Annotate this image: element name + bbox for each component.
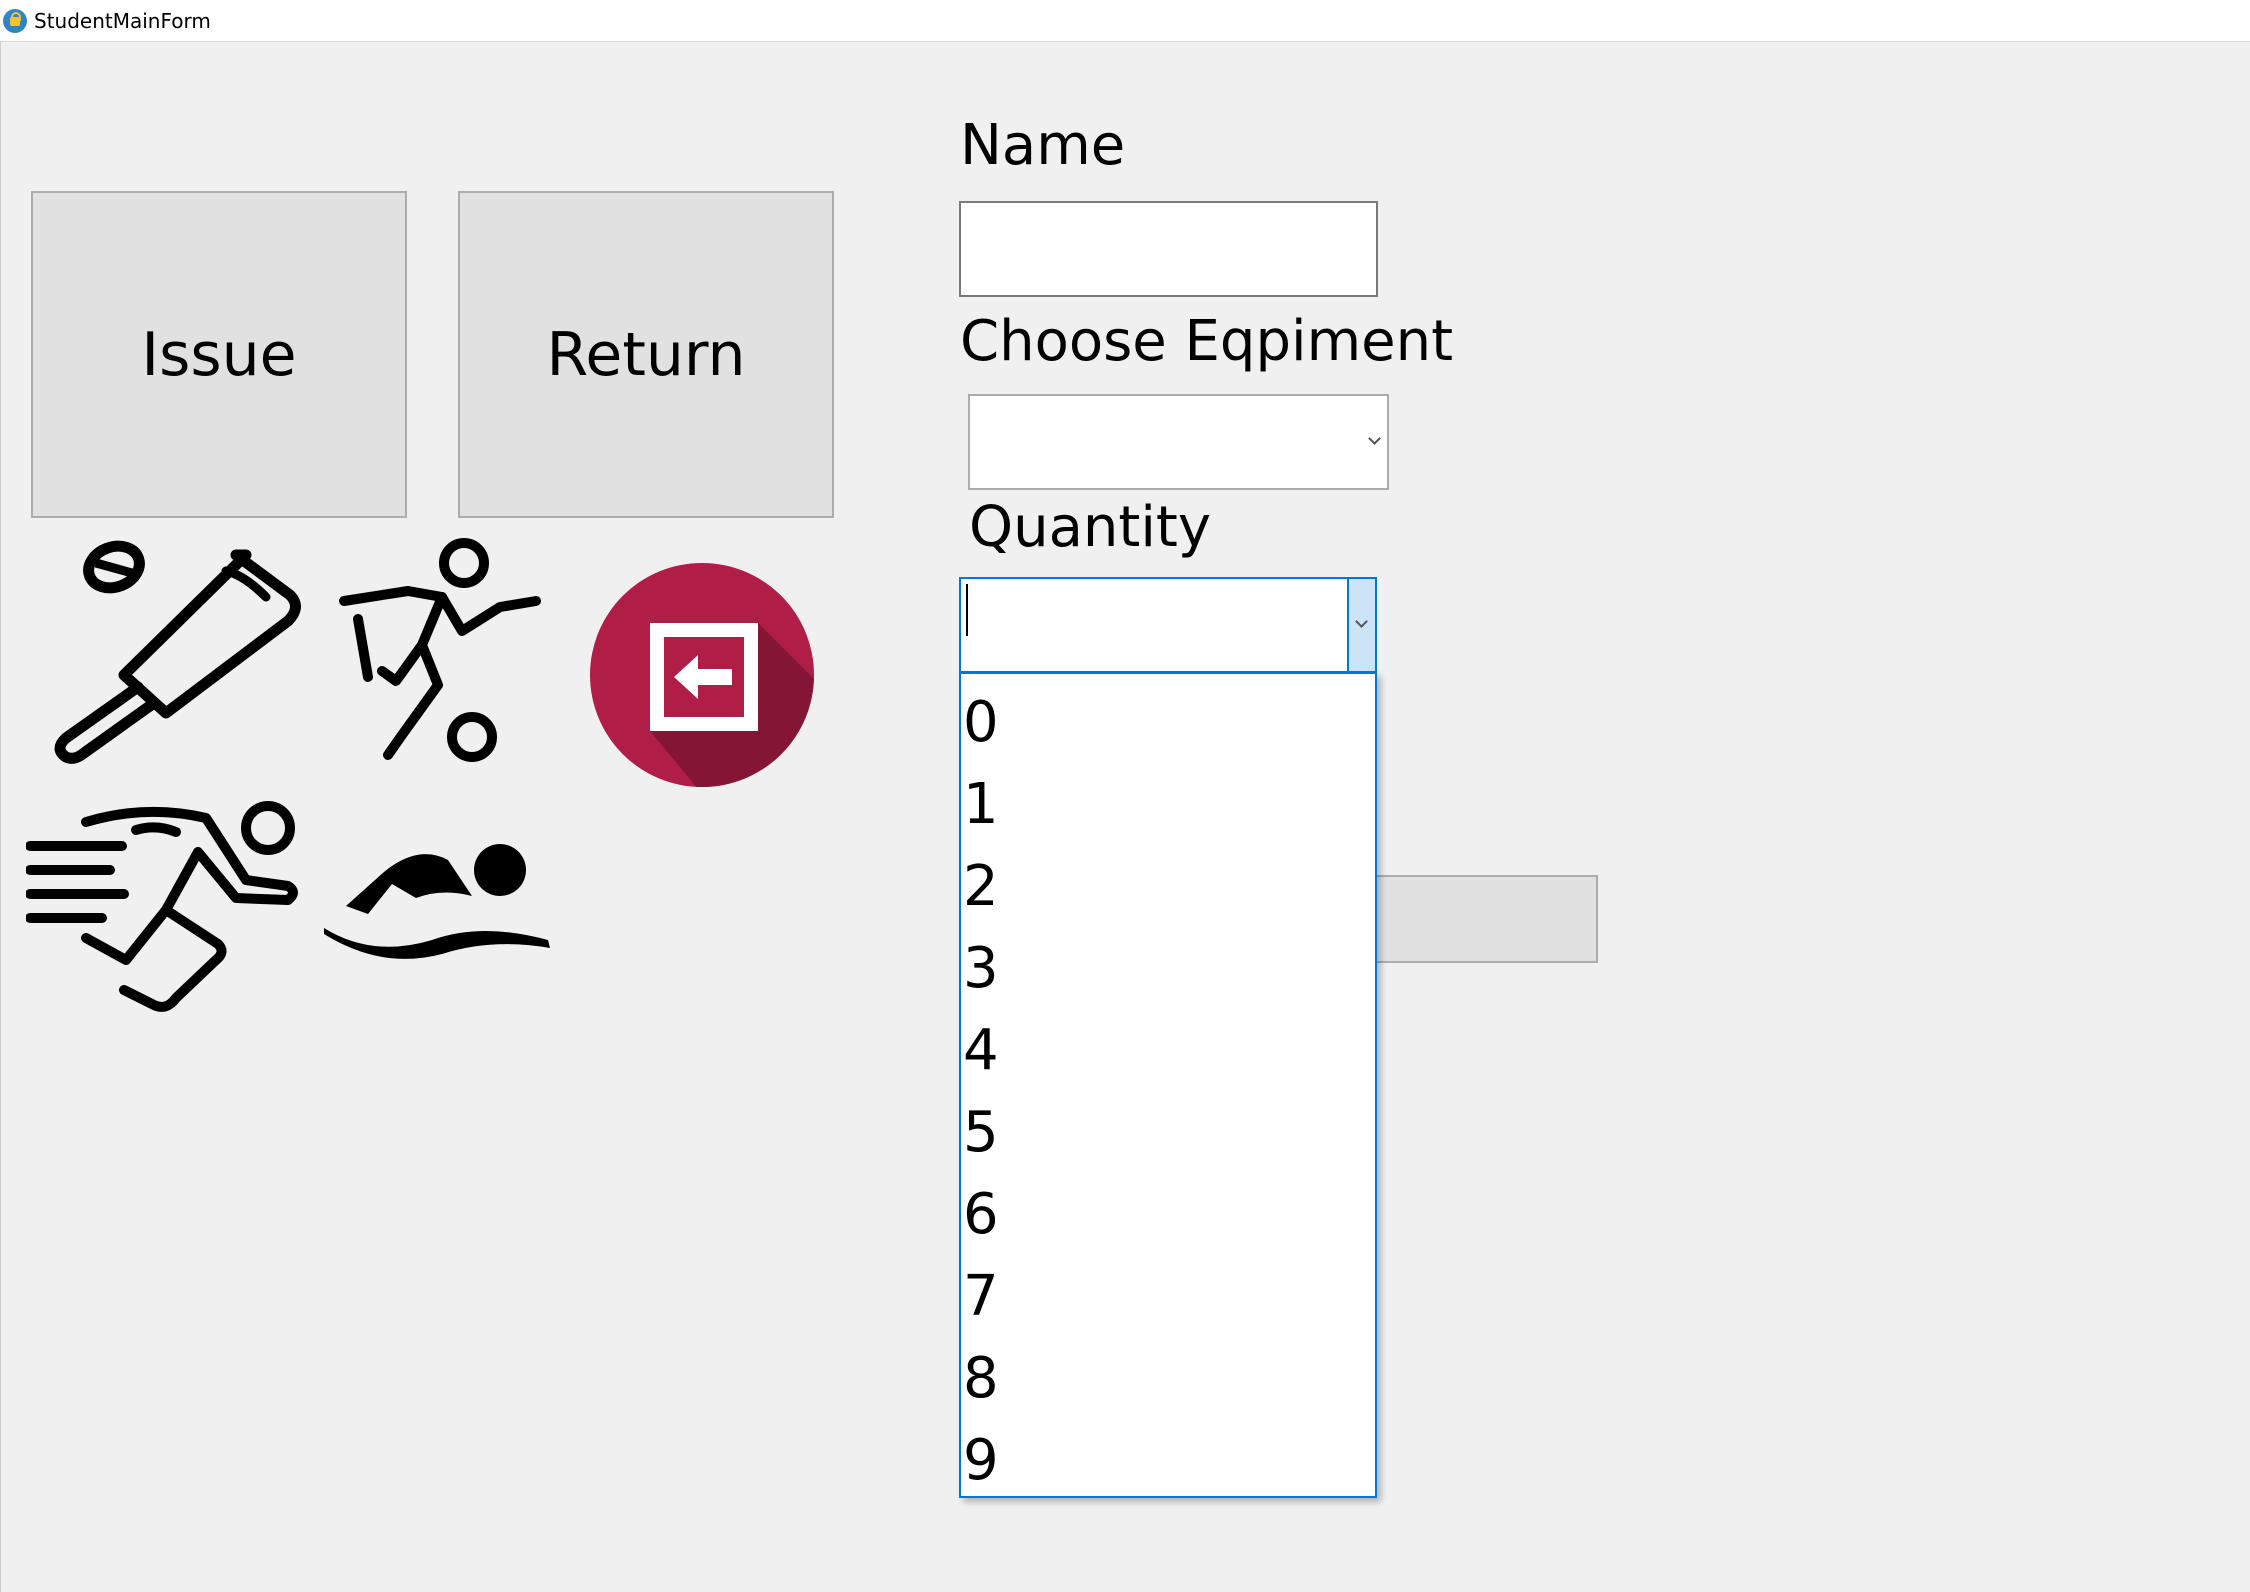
running-icon[interactable] [26,800,301,1015]
cricket-icon[interactable] [26,535,306,765]
quantity-option[interactable]: 3 [963,928,1373,1010]
name-label: Name [960,113,1126,178]
quantity-dropdown-list[interactable]: 0 1 2 3 4 5 6 7 8 9 [959,672,1377,1498]
name-input[interactable] [959,201,1378,297]
chevron-down-icon [1355,615,1368,628]
quantity-option[interactable]: 0 [963,682,1373,764]
quantity-label: Quantity [969,495,1211,560]
quantity-option[interactable]: 1 [963,764,1373,846]
window-border [0,41,1,1592]
app-lock-icon [3,9,27,33]
equipment-combobox[interactable] [968,394,1389,490]
quantity-combobox[interactable] [959,577,1377,673]
logout-icon[interactable] [588,561,816,789]
return-button-label: Return [546,319,746,390]
quantity-option[interactable]: 2 [963,846,1373,928]
issue-button[interactable]: Issue [31,191,407,518]
quantity-option[interactable]: 6 [963,1174,1373,1256]
quantity-option[interactable]: 5 [963,1092,1373,1174]
quantity-dropdown-button[interactable] [1347,579,1375,671]
return-button[interactable]: Return [458,191,834,518]
student-main-form-window: StudentMainForm Issue Return Name Choose… [0,0,2250,1592]
quantity-option[interactable]: 4 [963,1010,1373,1092]
swimming-icon[interactable] [322,830,554,960]
quantity-option[interactable]: 7 [963,1256,1373,1338]
chevron-down-icon[interactable] [1368,432,1381,445]
window-title: StudentMainForm [34,9,211,33]
quantity-option[interactable]: 8 [963,1338,1373,1420]
submit-button[interactable] [1370,875,1598,963]
quantity-option[interactable]: 9 [963,1420,1373,1502]
equipment-label: Choose Eqpiment [960,309,1454,374]
football-icon[interactable] [338,535,548,765]
issue-button-label: Issue [141,319,297,390]
text-caret [966,584,968,636]
title-bar: StudentMainForm [0,0,2250,42]
